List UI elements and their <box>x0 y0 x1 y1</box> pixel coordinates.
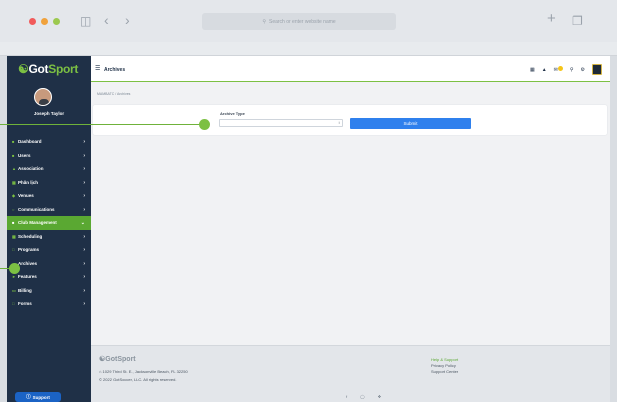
sidebar-item-label: Venues <box>18 193 34 199</box>
search-icon[interactable]: ⚲ <box>570 67 574 73</box>
user-icon[interactable]: ▲ <box>542 67 547 73</box>
top-bar-actions: ▦ ▲ ✉ ⚲ ⚙ <box>530 64 602 75</box>
chevron-right-icon: › <box>83 247 85 253</box>
user-name: Joseph Taylor <box>33 111 65 116</box>
sidebar-item-forms[interactable]: □ Forms › <box>7 297 91 311</box>
footer-logo-prefix: Got <box>105 356 118 363</box>
archive-type-select[interactable]: ↕ <box>219 119 343 127</box>
breadcrumb-current: Archives <box>117 92 131 96</box>
footer-address: ⌂ 1029 Third St. E., Jacksonville Beach,… <box>99 369 188 374</box>
back-icon[interactable]: ‹ <box>104 13 109 27</box>
notification-badge <box>557 66 563 71</box>
social-links: f ◯ ❖ <box>346 394 381 399</box>
sidebar-item-venues[interactable]: ◆ Venues › <box>7 189 91 203</box>
sidebar-toggle-icon[interactable]: ◫ <box>80 15 91 27</box>
chevron-right-icon: › <box>83 233 85 240</box>
archive-form-card: Archive Type ↕ Submit <box>93 105 607 135</box>
support-center-link[interactable]: Support Center <box>431 369 458 375</box>
chevron-right-icon: › <box>83 166 85 172</box>
avatar[interactable] <box>34 88 52 106</box>
sidebar-item-label: Scheduling <box>18 233 43 239</box>
window-close-button[interactable] <box>29 18 36 25</box>
sidebar-item-label: Features <box>18 274 37 280</box>
chevron-right-icon: › <box>83 193 85 199</box>
sidebar-item-communications[interactable]: ○ Communications › <box>7 203 91 217</box>
chevron-right-icon: › <box>83 206 85 213</box>
sidebar-item-scheduling[interactable]: ▦ Scheduling › <box>7 230 91 244</box>
chevron-right-icon: › <box>83 287 85 294</box>
sidebar-item-association[interactable]: ▲ Association › <box>7 162 91 176</box>
search-icon: ⚲ <box>262 18 266 25</box>
sidebar-item-label: Club Management <box>18 220 57 226</box>
annotation-marker <box>199 119 210 130</box>
sidebar-item-billing[interactable]: ▭ Billing › <box>7 284 91 298</box>
sidebar-item-features[interactable]: ► Features › <box>7 270 91 284</box>
top-bar: ☰ Archives ▦ ▲ ✉ ⚲ ⚙ <box>91 56 610 82</box>
annotation-marker <box>9 263 20 274</box>
sidebar-item-label: Phân lịch <box>18 179 39 185</box>
sidebar-nav: ■ Dashboard › ■ Users › ▲ Association › ▦ Phân … <box>7 135 91 311</box>
tab-strip <box>0 42 617 56</box>
sidebar-item-dashboard[interactable]: ■ Dashboard › <box>7 135 91 149</box>
address-placeholder: Search or enter website name <box>268 18 336 25</box>
menu-icon[interactable]: ☰ <box>95 65 100 72</box>
chevron-right-icon: › <box>83 301 85 307</box>
grid-icon[interactable]: ▦ <box>530 67 535 73</box>
browser-toolbar: ◫ ‹ › ⚲ Search or enter website name + ❐ <box>0 0 617 42</box>
submit-button[interactable]: Submit <box>350 118 471 129</box>
mail-icon[interactable]: ✉ <box>554 66 563 73</box>
help-circle-icon: ⓘ <box>26 394 31 399</box>
support-button[interactable]: ⓘ Support <box>15 392 61 402</box>
twitter-icon[interactable]: ❖ <box>378 394 382 399</box>
sidebar-item-label: Billing <box>18 287 32 293</box>
footer-logo: ☯GotSport <box>99 355 136 363</box>
breadcrumb: MAMBATC / Archives <box>97 92 130 96</box>
footer-copyright: © 2022 GotSoccer, LLC. All rights reserv… <box>99 377 177 382</box>
chevron-right-icon: › <box>83 179 85 186</box>
instagram-icon[interactable]: ◯ <box>360 394 364 399</box>
app-window: ☯GotSport Joseph Taylor ■ Dashboard › ■ Use… <box>7 56 610 402</box>
chevron-right-icon: › <box>83 274 85 280</box>
window-minimize-button[interactable] <box>41 18 48 25</box>
sidebar-item-label: Users <box>18 152 31 158</box>
gotsport-logo[interactable]: ☯GotSport <box>18 62 78 76</box>
window-zoom-button[interactable] <box>53 18 60 25</box>
club-logo-icon[interactable] <box>592 64 602 75</box>
footer-address-text: 1029 Third St. E., Jacksonville Beach, F… <box>102 369 188 374</box>
facebook-icon[interactable]: f <box>346 394 347 399</box>
new-tab-icon[interactable]: + <box>547 11 556 26</box>
sidebar-item-phan-lich[interactable]: ▦ Phân lịch › <box>7 176 91 190</box>
logo-mark-icon: ☯ <box>18 62 29 76</box>
address-bar[interactable]: ⚲ Search or enter website name <box>202 13 396 30</box>
logo-prefix: Got <box>28 62 49 76</box>
tabs-overview-icon[interactable]: ❐ <box>572 15 583 27</box>
sidebar-item-label: Dashboard <box>18 139 42 145</box>
annotation-line <box>0 124 204 125</box>
chevron-right-icon: › <box>83 139 85 145</box>
support-label: Support <box>32 394 50 400</box>
breadcrumb-root[interactable]: MAMBATC <box>97 92 114 96</box>
sidebar-item-programs[interactable]: □ Programs › <box>7 243 91 257</box>
footer-logo-suffix: Sport <box>117 356 136 363</box>
sidebar-item-label: Communications <box>18 206 55 212</box>
sidebar-item-label: Forms <box>18 301 32 307</box>
sidebar: ☯GotSport Joseph Taylor ■ Dashboard › ■ Use… <box>7 56 91 402</box>
gear-icon[interactable]: ⚙ <box>581 67 585 73</box>
archive-type-label: Archive Type <box>220 111 245 116</box>
chevron-right-icon: › <box>83 152 85 159</box>
chevron-down-icon: ⌄ <box>80 220 85 226</box>
footer: ☯GotSport ⌂ 1029 Third St. E., Jacksonvi… <box>91 345 610 402</box>
sidebar-item-label: Association <box>18 166 44 172</box>
select-arrows-icon: ↕ <box>338 120 340 125</box>
logo-suffix: Sport <box>48 62 79 76</box>
home-icon: ⌂ <box>99 369 102 374</box>
sidebar-item-label: Programs <box>18 247 40 253</box>
page-title: Archives <box>104 67 126 73</box>
sidebar-item-users[interactable]: ■ Users › <box>7 149 91 163</box>
chevron-right-icon: › <box>83 260 85 267</box>
forward-icon[interactable]: › <box>125 13 130 27</box>
sidebar-item-label: Archives <box>18 260 38 266</box>
footer-links: Help & Support Privacy Policy Support Ce… <box>431 357 458 375</box>
sidebar-item-club-management[interactable]: ■ Club Management ⌄ <box>7 216 91 230</box>
